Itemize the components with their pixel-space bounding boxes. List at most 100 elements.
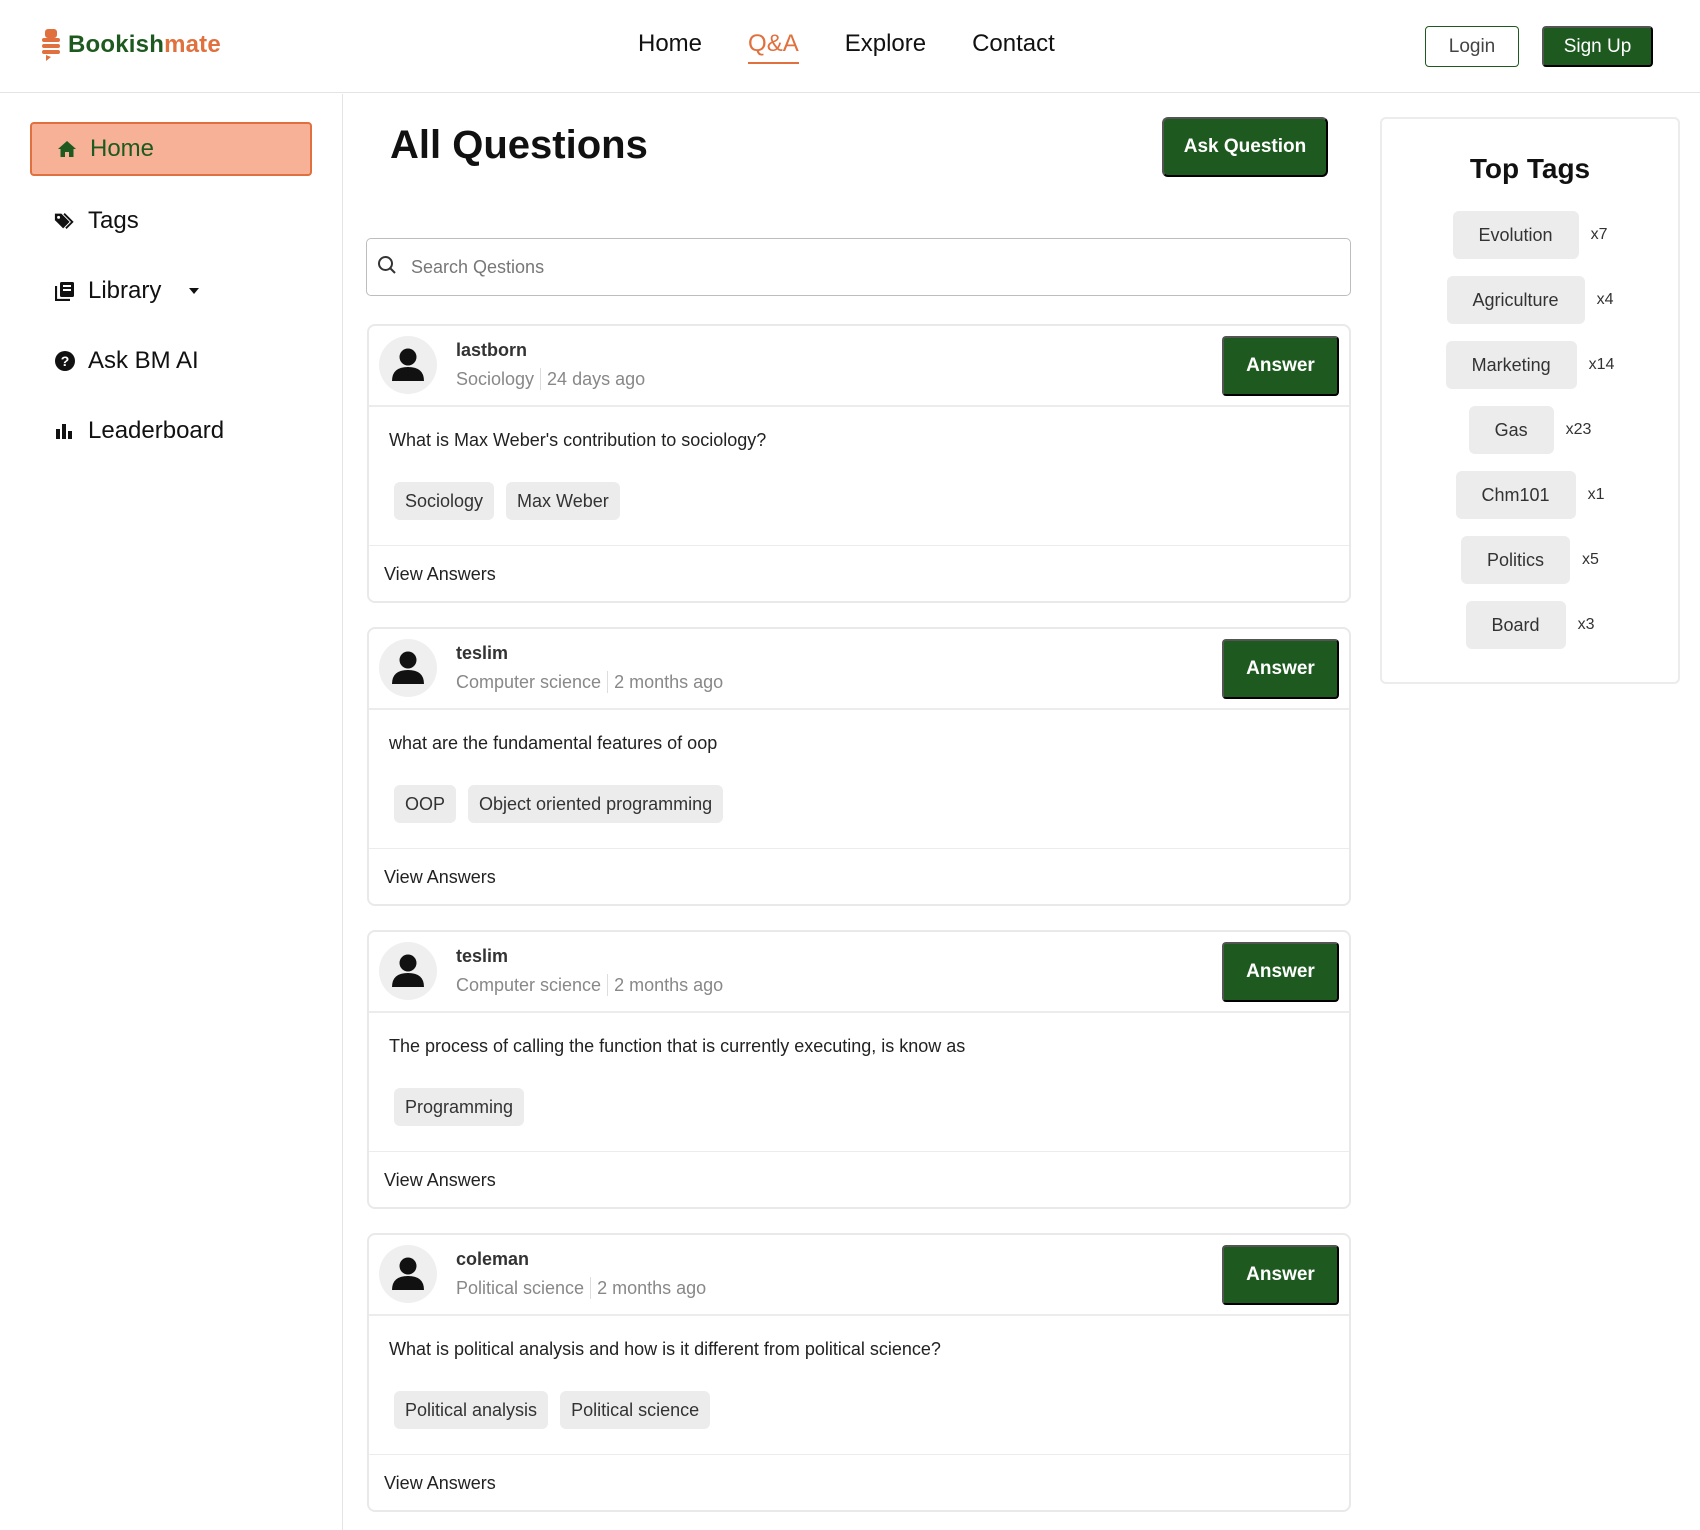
view-answers-link[interactable]: View Answers [384, 1170, 496, 1191]
user-icon [392, 651, 424, 684]
answer-button[interactable]: Answer [1222, 1245, 1339, 1305]
sidebar-item-home[interactable]: Home [30, 122, 312, 176]
ask-question-button[interactable]: Ask Question [1162, 117, 1328, 177]
brand-logo[interactable]: Bookishmate [40, 28, 221, 62]
tag-chip[interactable]: Sociology [394, 482, 495, 520]
top-tag-chip[interactable]: Board [1465, 601, 1566, 649]
signup-button[interactable]: Sign Up [1542, 26, 1653, 67]
user-icon [392, 348, 424, 381]
question-text[interactable]: The process of calling the function that… [389, 1036, 965, 1057]
top-tag-count: x3 [1577, 616, 1595, 633]
nav-contact[interactable]: Contact [972, 30, 1055, 64]
question-card: coleman Political science 2 months ago An… [367, 1233, 1351, 1512]
login-button[interactable]: Login [1425, 26, 1519, 67]
sidebar-item-label: Library [88, 277, 162, 304]
top-tag-chip[interactable]: Evolution [1452, 211, 1579, 259]
top-tag-chip[interactable]: Marketing [1445, 341, 1577, 389]
question-header: teslim Computer science 2 months ago Answ… [369, 629, 1349, 710]
top-tag-chip[interactable]: Politics [1461, 536, 1571, 584]
question-meta: Political science 2 months ago [456, 1277, 706, 1299]
top-tags-title: Top Tags [1469, 153, 1591, 184]
avatar [379, 336, 437, 394]
question-header: lastborn Sociology 24 days ago Answer [369, 326, 1349, 407]
question-category: Computer science [456, 671, 602, 692]
question-meta: Computer science 2 months ago [456, 974, 723, 996]
top-tag-row: Gas x23 [1382, 406, 1678, 454]
tag-chip[interactable]: Max Weber [506, 482, 620, 520]
view-answers-link[interactable]: View Answers [384, 564, 496, 585]
bar-chart-icon [54, 420, 76, 442]
sidebar-item-ask-bm-ai[interactable]: ? Ask BM AI [30, 334, 312, 388]
question-category: Computer science [456, 974, 602, 995]
question-tags: Programming [394, 1088, 525, 1126]
tag-chip[interactable]: Object oriented programming [468, 785, 724, 823]
search-icon [377, 255, 397, 280]
question-category: Sociology [456, 368, 535, 389]
sidebar-item-label: Tags [88, 207, 139, 234]
sidebar-item-library[interactable]: Library [30, 264, 312, 318]
nav-home[interactable]: Home [638, 30, 702, 64]
question-category: Political science [456, 1277, 585, 1298]
top-tag-count: x5 [1582, 551, 1599, 568]
divider [369, 848, 1349, 849]
question-time: 2 months ago [597, 1277, 707, 1298]
question-card: teslim Computer science 2 months ago Answ… [367, 627, 1351, 906]
page-title: All Questions [390, 123, 648, 167]
divider [369, 1151, 1349, 1152]
sidebar-item-leaderboard[interactable]: Leaderboard [30, 404, 312, 458]
question-author[interactable]: lastborn [456, 340, 527, 361]
tags-icon [54, 210, 76, 232]
top-tag-chip[interactable]: Chm101 [1455, 471, 1576, 519]
top-tag-row: Board x3 [1382, 601, 1678, 649]
answer-button[interactable]: Answer [1222, 942, 1339, 1002]
question-meta: Sociology 24 days ago [456, 368, 645, 390]
top-tag-count: x7 [1590, 226, 1608, 243]
sidebar-item-label: Leaderboard [88, 417, 225, 444]
question-author[interactable]: teslim [456, 643, 508, 664]
top-tag-count: x4 [1596, 291, 1614, 308]
question-text[interactable]: what are the fundamental features of oop [389, 733, 717, 754]
question-time: 2 months ago [614, 671, 724, 692]
question-author[interactable]: coleman [456, 1249, 529, 1270]
avatar [379, 1245, 437, 1303]
sidebar-item-tags[interactable]: Tags [30, 194, 312, 248]
question-author[interactable]: teslim [456, 946, 508, 967]
library-icon [54, 280, 76, 302]
top-tag-row: Marketing x14 [1382, 341, 1678, 389]
nav-explore[interactable]: Explore [845, 30, 926, 64]
answer-button[interactable]: Answer [1222, 639, 1339, 699]
sidebar-item-label: Ask BM AI [88, 347, 199, 374]
answer-button[interactable]: Answer [1222, 336, 1339, 396]
chevron-down-icon[interactable] [189, 288, 200, 294]
search-bar [366, 238, 1351, 296]
sidebar-item-label: Home [90, 135, 155, 162]
tag-chip[interactable]: OOP [394, 785, 457, 823]
top-tag-row: Chm101 x1 [1382, 471, 1678, 519]
question-header: teslim Computer science 2 months ago Answ… [369, 932, 1349, 1013]
question-tags: Political analysis Political science [394, 1391, 711, 1429]
question-text[interactable]: What is political analysis and how is it… [389, 1339, 941, 1360]
nav-qa[interactable]: Q&A [748, 30, 799, 64]
tag-chip[interactable]: Political analysis [394, 1391, 549, 1429]
question-card: teslim Computer science 2 months ago Answ… [367, 930, 1351, 1209]
question-header: coleman Political science 2 months ago An… [369, 1235, 1349, 1316]
question-text[interactable]: What is Max Weber's contribution to soci… [389, 430, 766, 451]
top-tag-row: Evolution x7 [1382, 211, 1678, 259]
divider [369, 545, 1349, 546]
brand-name: Bookishmate [68, 31, 221, 58]
user-icon [392, 954, 424, 987]
view-answers-link[interactable]: View Answers [384, 867, 496, 888]
tag-chip[interactable]: Political science [560, 1391, 711, 1429]
user-icon [392, 1257, 424, 1290]
top-tag-chip[interactable]: Agriculture [1446, 276, 1585, 324]
top-tag-count: x14 [1588, 356, 1615, 373]
tag-chip[interactable]: Programming [394, 1088, 525, 1126]
top-tag-count: x1 [1587, 486, 1605, 503]
search-input[interactable] [411, 256, 1311, 278]
top-tags-panel: Top Tags Evolution x7 Agriculture x4 Mar… [1380, 117, 1680, 684]
view-answers-link[interactable]: View Answers [384, 1473, 496, 1494]
top-header: Bookishmate Home Q&A Explore Contact Log… [0, 0, 1700, 93]
top-tag-chip[interactable]: Gas [1468, 406, 1554, 454]
left-sidebar: Home Tags Library ? Ask BM AI Leaderboar… [0, 94, 343, 1530]
question-tags: OOP Object oriented programming [394, 785, 724, 823]
